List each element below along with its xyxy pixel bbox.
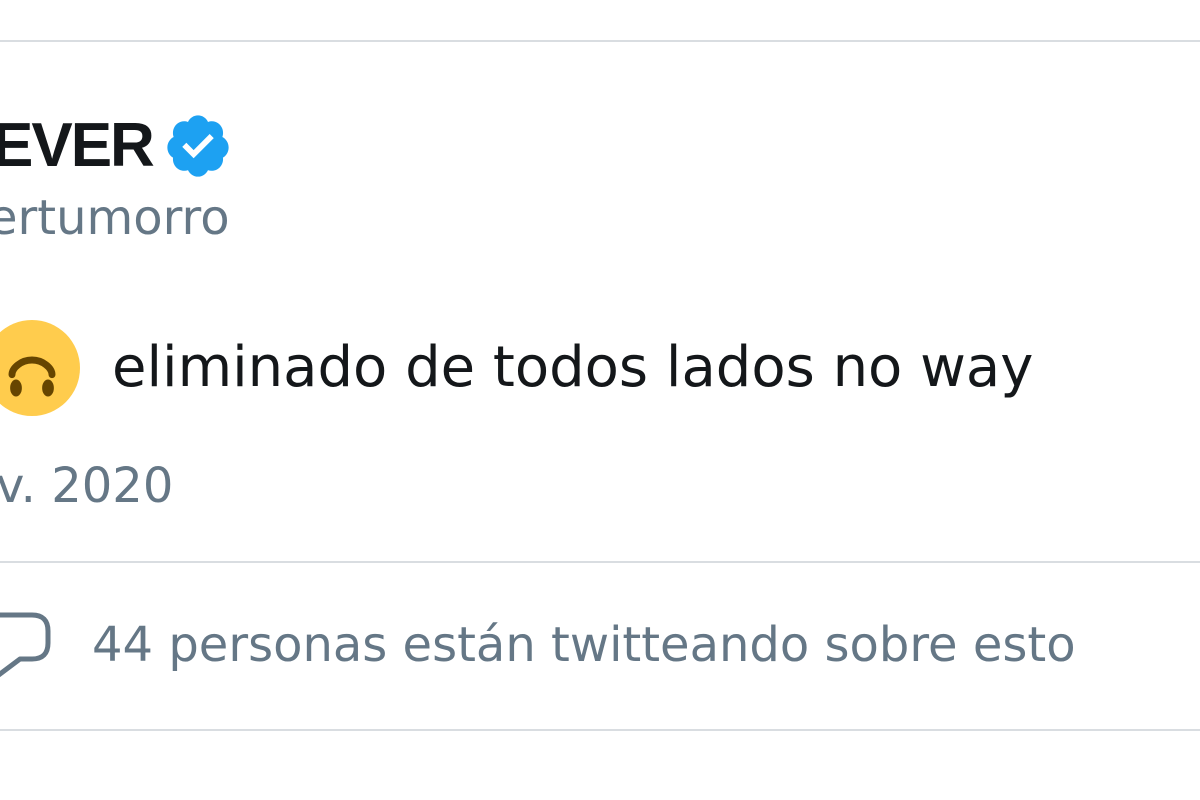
tweet-date[interactable]: v. 2020 (0, 458, 173, 516)
author-row[interactable]: EVER (0, 106, 233, 186)
conversation-link[interactable]: 44 personas están twitteando sobre esto (0, 600, 1076, 690)
speech-bubble-icon (0, 612, 51, 678)
verified-badge-icon (167, 115, 229, 177)
author-handle[interactable]: ertumorro (0, 190, 230, 248)
conversation-count-label: 44 personas están twitteando sobre esto (92, 617, 1076, 673)
middle-divider (0, 561, 1200, 563)
upside-down-face-icon (0, 320, 80, 416)
author-display-name[interactable]: EVER (0, 115, 155, 177)
top-divider (0, 40, 1200, 42)
bottom-divider (0, 729, 1200, 731)
tweet-embed: EVER ertumorro eliminado de todos lados … (0, 0, 1200, 800)
tweet-text: eliminado de todos lados no way (112, 335, 1034, 400)
tweet-body: eliminado de todos lados no way (0, 318, 1033, 418)
